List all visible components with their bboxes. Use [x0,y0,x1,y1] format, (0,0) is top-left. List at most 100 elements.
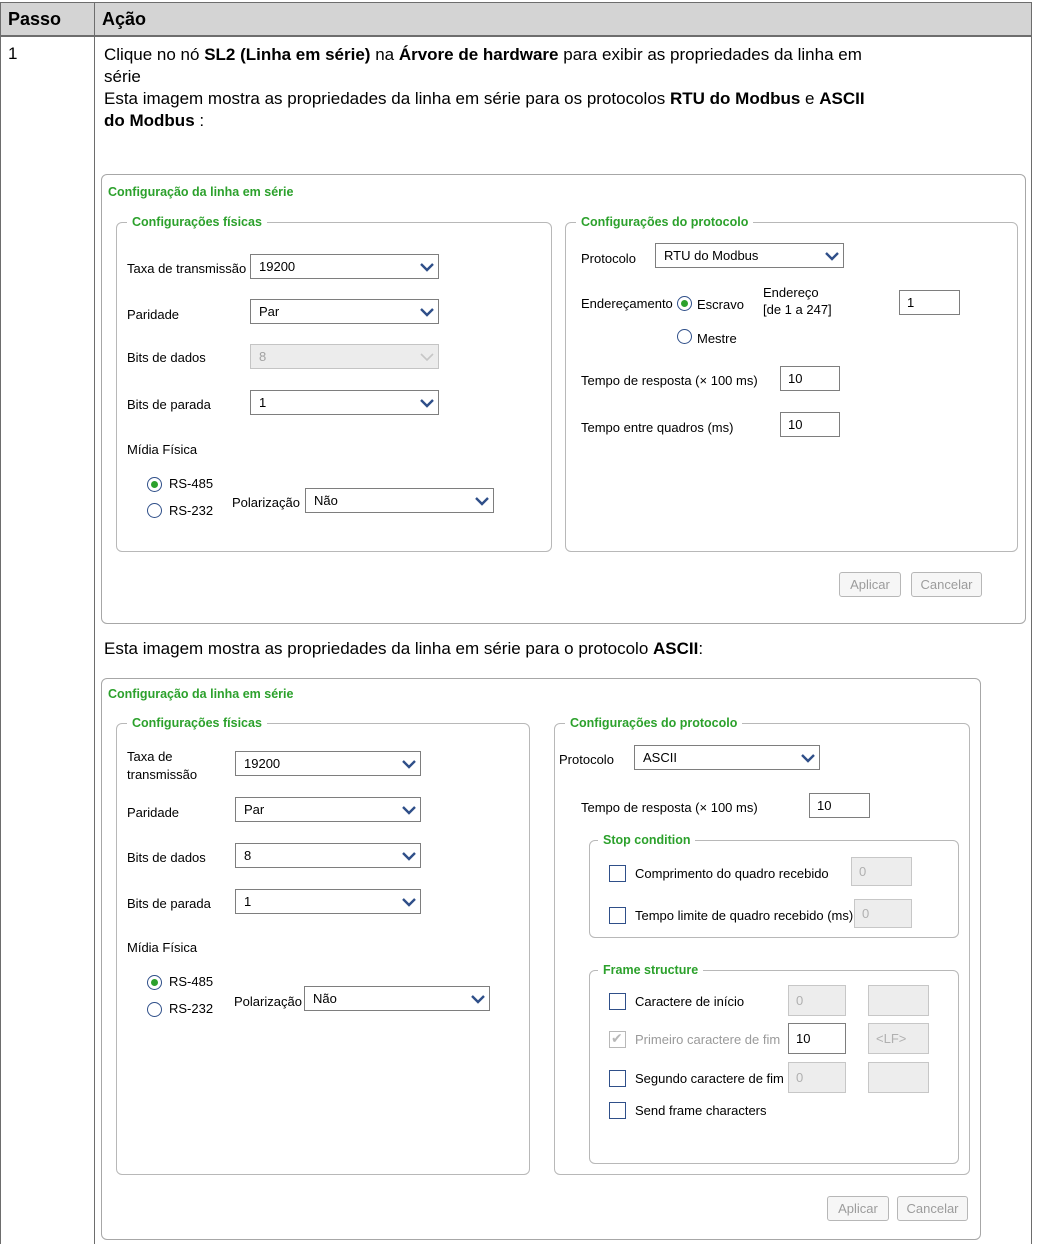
response-time-label: Tempo de resposta (× 100 ms) [581,373,758,388]
rs232-radio[interactable] [147,1002,162,1017]
data-bits-label: Bits de dados [127,350,206,365]
interframe-time-label: Tempo entre quadros (ms) [581,420,734,435]
header-divider [0,36,1032,37]
start-character-input: 0 [788,985,846,1016]
data-bits-select: 8 [250,344,439,369]
stop-bits-select[interactable]: 1 [250,390,439,415]
data-bits-label: Bits de dados [127,850,206,865]
protocol-settings-group: Configurações do protocolo Protocolo RTU… [565,214,1018,552]
protocol-settings-title: Configurações do protocolo [565,715,743,731]
chevron-down-icon [468,988,488,1009]
stop-bits-label: Bits de parada [127,397,211,412]
physical-settings-group: Configurações físicas Taxa de transmissã… [116,715,530,1175]
protocol-label: Protocolo [559,752,614,767]
rs485-radio[interactable] [147,975,162,990]
baud-rate-label: Taxa de [127,749,173,764]
baud-rate-select[interactable]: 19200 [235,751,421,776]
polarization-select[interactable]: Não [305,488,494,513]
stop-bits-label: Bits de parada [127,896,211,911]
response-time-input[interactable]: 10 [780,366,840,391]
serial-line-config-dialog-modbus: Configuração da linha em série Configura… [101,174,1026,624]
step-number: 1 [8,44,18,63]
cancel-button[interactable]: Cancelar [911,572,982,597]
rs232-radio[interactable] [147,503,162,518]
chevron-down-icon [417,301,437,322]
first-end-character-input[interactable]: 10 [788,1023,846,1054]
first-end-character-checkbox: ✔ [609,1030,626,1048]
hardware-tree-ref: Árvore de hardware [398,45,559,64]
start-character-checkbox[interactable] [609,993,626,1010]
frame-structure-title: Frame structure [598,962,704,978]
ascii-caption: Esta imagem mostra as propriedades da li… [104,639,704,658]
dialog-title: Configuração da linha em série [108,687,294,701]
addressing-label: Endereçamento [581,296,673,311]
table-border-right [1031,36,1032,1244]
protocol-label: Protocolo [581,251,636,266]
physical-media-label: Mídia Física [127,442,198,457]
receive-timeout-checkbox[interactable] [609,907,626,924]
slave-radio[interactable] [677,296,692,311]
chevron-down-icon [399,799,419,820]
parity-select[interactable]: Par [235,797,421,822]
stop-bits-select[interactable]: 1 [235,889,421,914]
parity-label: Paridade [127,805,180,820]
master-radio[interactable] [677,329,692,344]
baud-rate-label-2: transmissão [127,767,198,782]
send-frame-characters-checkbox[interactable] [609,1102,626,1119]
received-length-checkbox[interactable] [609,865,626,882]
start-character-char-input [868,985,929,1016]
rs485-radio[interactable] [147,477,162,492]
node-name: SL2 (Linha em série) [204,45,371,64]
parity-label: Paridade [127,307,180,322]
first-end-character-char: <LF> [868,1023,929,1054]
second-end-character-char [868,1062,929,1093]
dialog-title: Configuração da linha em série [108,185,294,199]
chevron-down-icon [417,256,437,277]
apply-button[interactable]: Aplicar [839,572,901,597]
interframe-time-input[interactable]: 10 [780,412,840,437]
header-action: Ação [94,2,1032,36]
protocol-select[interactable]: ASCII [634,745,820,770]
header-step: Passo [0,2,95,36]
procedure-table: Passo Ação 1 Clique no nó SL2 (Linha em … [0,0,1040,1244]
address-input[interactable]: 1 [899,290,960,315]
baud-rate-select[interactable]: 19200 [250,254,439,279]
baud-rate-label: Taxa de transmissão [127,261,247,276]
master-label: Mestre [697,331,737,346]
chevron-down-icon [417,392,437,413]
receive-timeout-label: Tempo limite de quadro recebido (ms) [635,908,854,923]
parity-select[interactable]: Par [250,299,439,324]
chevron-down-icon [798,747,818,768]
data-bits-select[interactable]: 8 [235,843,421,868]
slave-label: Escravo [697,297,744,312]
receive-timeout-input: 0 [854,899,912,928]
physical-settings-title: Configurações físicas [127,715,267,731]
apply-button[interactable]: Aplicar [827,1196,889,1221]
chevron-down-icon [399,891,419,912]
polarization-select[interactable]: Não [304,986,490,1011]
rs232-label: RS-232 [169,503,214,518]
chevron-down-icon [399,845,419,866]
frame-structure-group: Frame structure Caractere de início 0 ✔ … [589,962,959,1164]
start-character-label: Caractere de início [635,994,745,1009]
stop-condition-title: Stop condition [598,832,696,848]
protocol-select[interactable]: RTU do Modbus [655,243,844,268]
protocol-settings-title: Configurações do protocolo [576,214,754,230]
serial-line-config-dialog-ascii: Configuração da linha em série Configura… [101,678,981,1240]
address-range-label: [de 1 a 247] [763,302,832,317]
protocol-settings-group: Configurações do protocolo Protocolo ASC… [554,715,970,1175]
cancel-button[interactable]: Cancelar [897,1196,968,1221]
second-end-character-label: Segundo caractere de fim [635,1071,784,1086]
polarization-label: Polarização [232,495,300,510]
polarization-label: Polarização [234,994,302,1009]
send-frame-characters-label: Send frame characters [635,1103,767,1118]
received-length-label: Comprimento do quadro recebido [635,866,829,881]
response-time-input[interactable]: 10 [809,793,870,818]
first-end-character-label: Primeiro caractere de fim [635,1032,781,1047]
chevron-down-icon [417,346,437,367]
second-end-character-checkbox[interactable] [609,1070,626,1087]
rs232-label: RS-232 [169,1001,214,1016]
chevron-down-icon [399,753,419,774]
table-border-left [0,36,1,1244]
physical-media-label: Mídia Física [127,940,198,955]
